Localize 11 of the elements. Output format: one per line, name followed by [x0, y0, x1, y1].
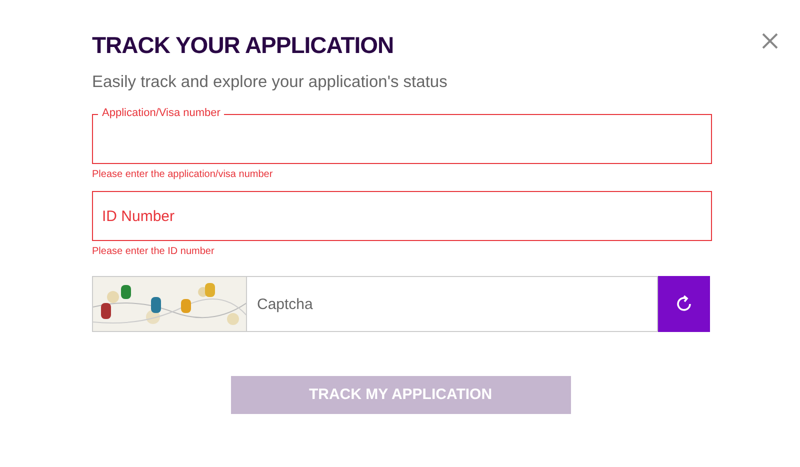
dialog-title: TRACK YOUR APPLICATION [92, 32, 395, 58]
error-message: Please enter the application/visa number [92, 169, 273, 181]
refresh-icon [674, 294, 694, 314]
error-message: Please enter the ID number [92, 246, 214, 258]
captcha-field[interactable]: Captcha [247, 276, 658, 332]
close-button[interactable] [760, 31, 780, 51]
refresh-button[interactable] [658, 276, 710, 332]
close-icon [761, 32, 779, 50]
input-field[interactable]: ID Number [92, 191, 712, 241]
dialog-subtitle: Easily track and explore your application's status [92, 72, 448, 92]
field-label: Application/Visa number [98, 107, 224, 119]
